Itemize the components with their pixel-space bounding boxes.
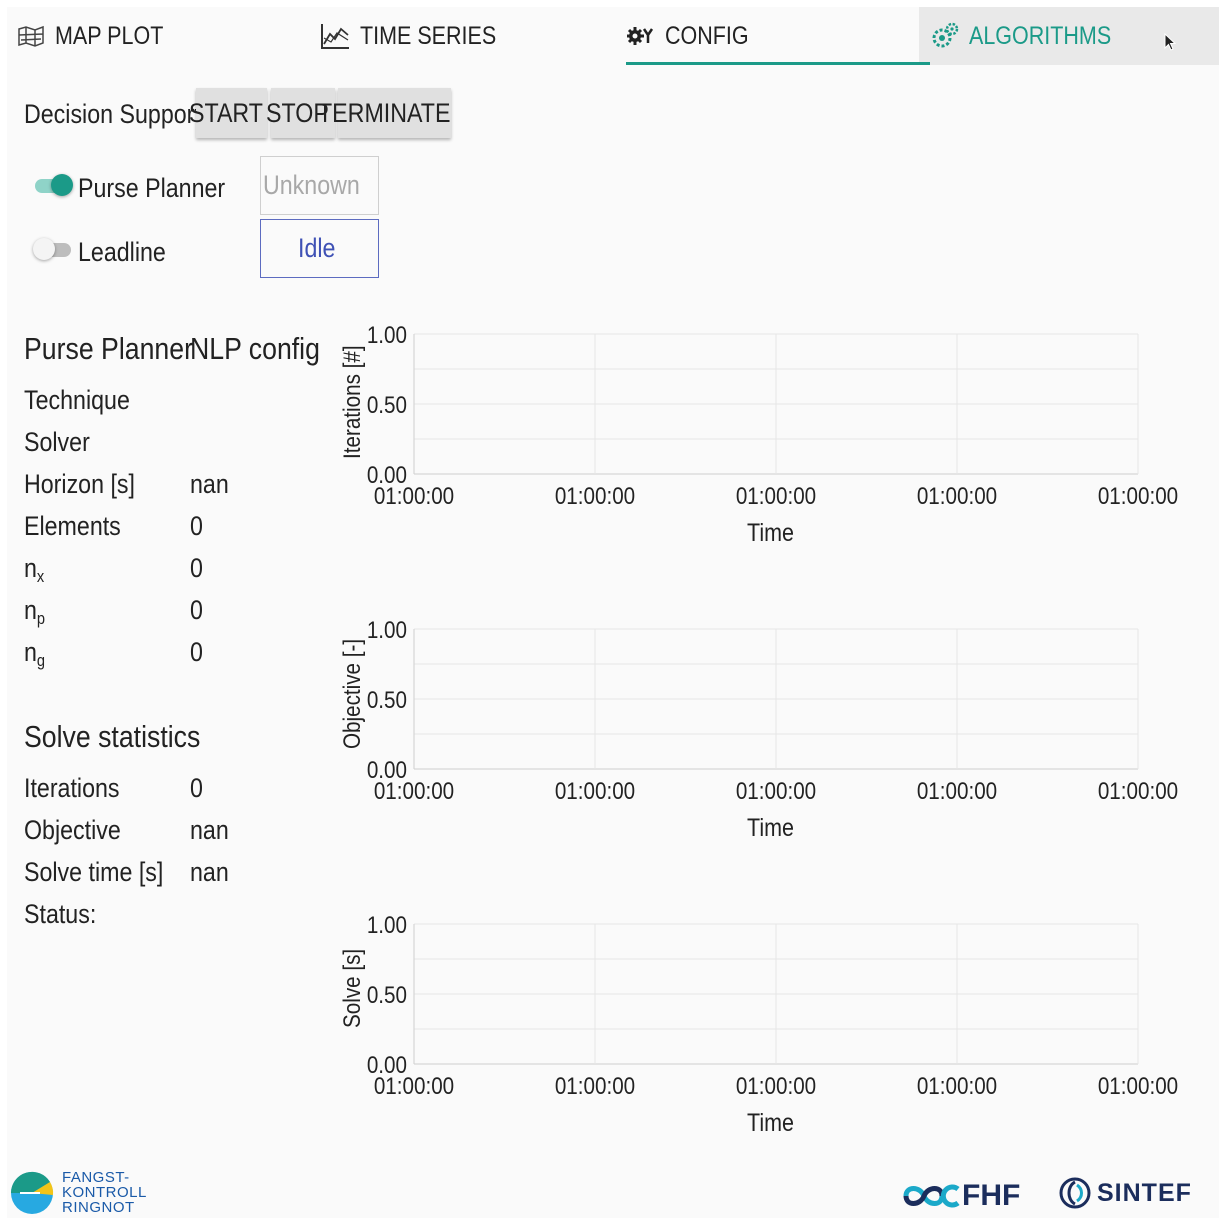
mouse-cursor-icon	[1164, 29, 1177, 58]
tab-label: CONFIG	[665, 21, 749, 50]
tab-label: ALGORITHMS	[969, 21, 1112, 50]
x-axis-label: Time	[747, 1109, 794, 1137]
solve-time-label: Solve time [s]	[24, 857, 164, 887]
y-tick-label: 1.00	[367, 912, 407, 939]
objective-value: nan	[190, 815, 229, 845]
tab-label: MAP PLOT	[55, 21, 164, 50]
technique-label: Technique	[24, 385, 130, 415]
x-tick-label: 01:00:00	[555, 1073, 635, 1100]
tab-bar: MAP PLOT TIME SERIES CONFIG ALGORITHMS	[7, 7, 1219, 65]
objective-chart: Objective [-] 01:00:00 01:00:00 01:00:00 01…	[337, 609, 1219, 869]
y-tick-label: 1.00	[367, 322, 407, 349]
x-tick-label: 01:00:00	[1098, 778, 1178, 805]
solver-label: Solver	[24, 427, 90, 457]
app-window: MAP PLOT TIME SERIES CONFIG ALGORITHMS D…	[7, 7, 1219, 1218]
sintef-logo-text: SINTEF	[1097, 1178, 1192, 1207]
nlp-config-heading: NLP config	[190, 331, 320, 366]
y-tick-label: 0.50	[367, 687, 407, 714]
status-label: Status:	[24, 899, 97, 929]
elements-value: 0	[190, 511, 203, 541]
horizon-value: nan	[190, 469, 229, 499]
sintef-logo: SINTEF	[1059, 1177, 1192, 1209]
tab-config[interactable]: CONFIG	[627, 7, 762, 65]
objective-label: Objective	[24, 815, 121, 845]
tab-label: TIME SERIES	[360, 21, 497, 50]
y-tick-label: 0.00	[367, 1052, 407, 1079]
chart-plot: 01:00:00 01:00:00 01:00:00 01:00:00 01:00:00…	[367, 912, 1178, 1100]
purse-planner-toggle[interactable]	[35, 174, 73, 196]
gear-icon	[627, 26, 655, 46]
leadline-toggle[interactable]	[33, 238, 71, 260]
x-tick-label: 01:00:00	[917, 1073, 997, 1100]
solve-time-value: nan	[190, 857, 229, 887]
y-tick-label: 0.00	[367, 462, 407, 489]
iterations-value: 0	[190, 773, 203, 803]
ng-value: 0	[190, 637, 203, 667]
x-tick-label: 01:00:00	[736, 778, 816, 805]
x-tick-label: 01:00:00	[555, 778, 635, 805]
toggle-knob	[33, 238, 55, 260]
solve-statistics-heading: Solve statistics	[24, 719, 201, 754]
x-tick-label: 01:00:00	[1098, 1073, 1178, 1100]
sintef-logo-icon	[1059, 1177, 1091, 1209]
chart-plot: 01:00:00 01:00:00 01:00:00 01:00:00 01:00:00…	[367, 617, 1178, 805]
tab-algorithms[interactable]: ALGORITHMS	[919, 7, 1219, 65]
purse-planner-status: Unknown	[260, 156, 379, 215]
iterations-chart: Iterations [#] 01:00:00 01:00:00 01:00:00 0…	[337, 314, 1219, 574]
np-label: np	[24, 595, 46, 628]
leadline-status: Idle	[260, 219, 379, 278]
y-tick-label: 0.50	[367, 392, 407, 419]
x-tick-label: 01:00:00	[917, 778, 997, 805]
ng-label: ng	[24, 637, 46, 670]
np-value: 0	[190, 595, 203, 625]
x-tick-label: 01:00:00	[736, 483, 816, 510]
x-tick-label: 01:00:00	[917, 483, 997, 510]
line-chart-icon	[320, 22, 350, 50]
x-tick-label: 01:00:00	[555, 483, 635, 510]
nx-value: 0	[190, 553, 203, 583]
fangst-kontroll-logo: FANGST- KONTROLL RINGNOT	[10, 1170, 147, 1215]
terminate-button[interactable]: TERMINATE	[318, 88, 451, 138]
nx-label: nx	[24, 553, 45, 586]
y-tick-label: 0.00	[367, 757, 407, 784]
start-button[interactable]: START	[189, 88, 267, 138]
toggle-knob	[51, 174, 73, 196]
chart-plot: 01:00:00 01:00:00 01:00:00 01:00:00 01:00:00…	[367, 322, 1178, 510]
leadline-label: Leadline	[78, 237, 166, 267]
map-icon	[17, 25, 45, 47]
fhf-logo: FHF	[902, 1179, 1020, 1213]
tab-indicator	[626, 62, 930, 65]
fhf-logo-icon	[903, 1184, 960, 1208]
fangst-logo-text: FANGST- KONTROLL RINGNOT	[62, 1169, 147, 1216]
fangst-logo-icon	[10, 1171, 54, 1214]
tab-map-plot[interactable]: MAP PLOT	[17, 7, 181, 65]
x-tick-label: 01:00:00	[736, 1073, 816, 1100]
elements-label: Elements	[24, 511, 121, 541]
y-tick-label: 1.00	[367, 617, 407, 644]
purse-planner-label: Purse Planner	[78, 173, 226, 203]
fhf-logo-text: FHF	[962, 1179, 1021, 1212]
solve-chart: Solve [s] 01:00:00 01:00:00 01:00:00 01:00:…	[337, 904, 1219, 1164]
x-axis-label: Time	[747, 814, 794, 842]
iterations-label: Iterations	[24, 773, 120, 803]
gears-icon	[931, 22, 959, 50]
tab-time-series[interactable]: TIME SERIES	[320, 7, 518, 65]
horizon-label: Horizon [s]	[24, 469, 135, 499]
x-tick-label: 01:00:00	[1098, 483, 1178, 510]
y-tick-label: 0.50	[367, 982, 407, 1009]
x-axis-label: Time	[747, 519, 794, 547]
